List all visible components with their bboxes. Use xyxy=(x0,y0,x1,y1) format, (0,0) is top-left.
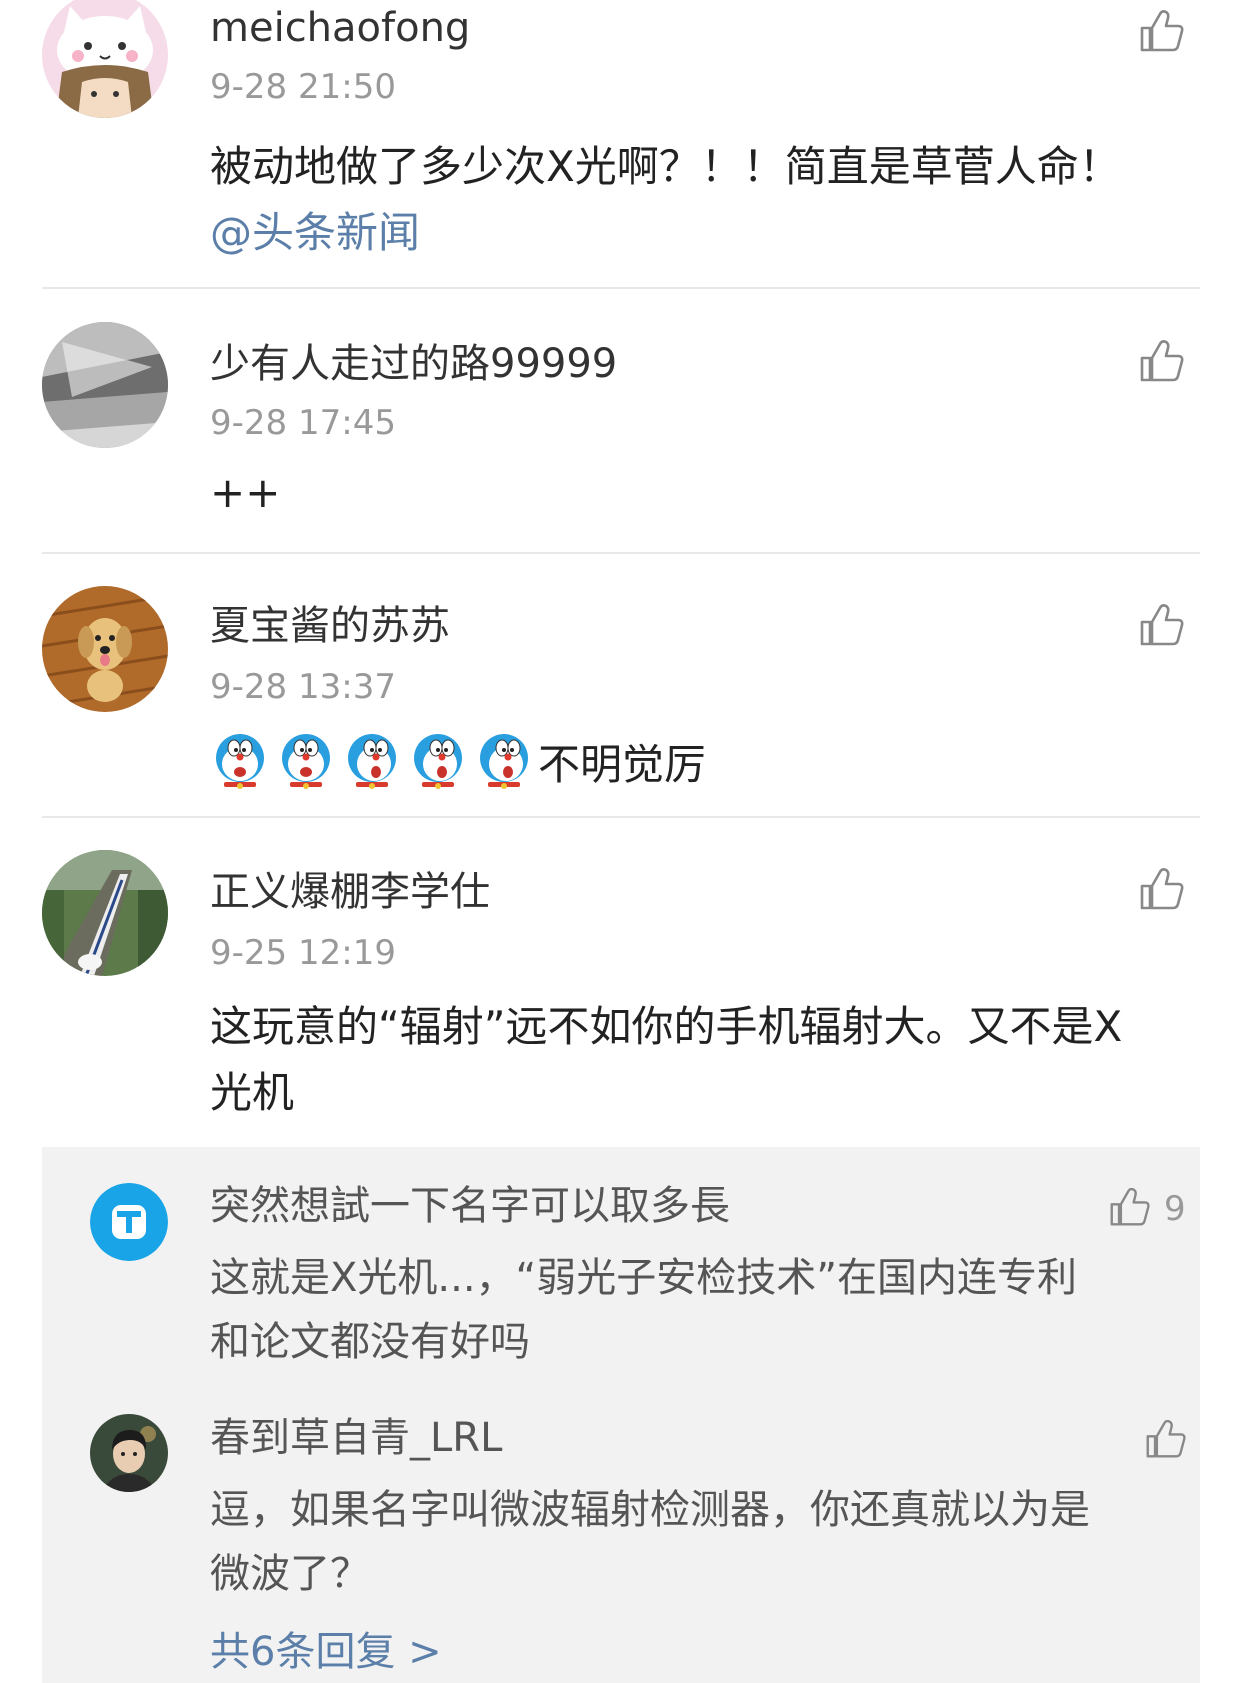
comment-username[interactable]: meichaofong xyxy=(210,8,470,48)
like-button[interactable] xyxy=(1108,1186,1152,1228)
reply-text: 这就是X光机...，“弱光子安检技术”在国内连专利 xyxy=(210,1255,1077,1301)
like-count: 9 xyxy=(1164,1189,1186,1229)
comment-username[interactable]: 少有人走过的路99999 xyxy=(210,344,617,384)
reply-username[interactable]: 突然想試一下名字可以取多長 xyxy=(210,1186,730,1226)
avatar[interactable] xyxy=(42,0,168,118)
comment-text: 光机 xyxy=(210,1068,295,1117)
comment-text: 不明觉厉 xyxy=(538,739,707,789)
comment-text: 这玩意的“辐射”远不如你的手机辐射大。又不是X xyxy=(210,1002,1123,1051)
comment-text: 被动地做了多少次X光啊？！！简直是草菅人命！ xyxy=(210,142,1121,191)
like-button[interactable] xyxy=(1138,8,1186,54)
comment-username[interactable]: 夏宝酱的苏苏 xyxy=(210,606,450,646)
avatar[interactable] xyxy=(90,1183,168,1261)
doraemon-face-emoji xyxy=(478,732,530,790)
comment-username[interactable]: 正义爆棚李学仕 xyxy=(210,872,490,912)
thumbs-up-icon xyxy=(1146,1419,1186,1458)
comment-text: ++ xyxy=(210,468,281,517)
reply-text: 逗，如果名字叫微波辐射检测器，你还真就以为是 xyxy=(210,1487,1090,1533)
avatar[interactable] xyxy=(42,322,168,448)
like-button[interactable] xyxy=(1144,1418,1188,1460)
comment-timestamp: 9-28 21:50 xyxy=(210,67,396,107)
thumbs-up-icon xyxy=(1140,604,1184,646)
comment-timestamp: 9-28 13:37 xyxy=(210,667,396,707)
avatar[interactable] xyxy=(42,850,168,976)
comment-timestamp: 9-28 17:45 xyxy=(210,403,396,443)
thumbs-up-icon xyxy=(1140,340,1184,382)
golden-retriever-dog-avatar xyxy=(42,586,168,712)
thumbs-up-icon xyxy=(1110,1187,1150,1226)
like-button[interactable] xyxy=(1138,602,1186,648)
letter-t-blue-avatar xyxy=(90,1183,168,1261)
doraemon-face-emoji xyxy=(214,732,266,790)
cartoon-cat-girl-avatar xyxy=(42,0,168,118)
doraemon-face-emoji xyxy=(346,732,398,790)
young-man-photo-avatar xyxy=(90,1414,168,1492)
reply-text: 和论文都没有好吗 xyxy=(210,1319,530,1365)
emoji-line: 不明觉厉 xyxy=(214,728,706,794)
more-replies-link[interactable]: 共6条回复 > xyxy=(210,1632,442,1672)
high-speed-train-avatar xyxy=(42,850,168,976)
like-button[interactable] xyxy=(1138,338,1186,384)
mention-link[interactable]: @头条新闻 xyxy=(210,200,420,266)
thumbs-up-icon xyxy=(1140,868,1184,910)
divider xyxy=(42,816,1200,818)
avatar[interactable] xyxy=(90,1414,168,1492)
gray-geometric-avatar xyxy=(42,322,168,448)
divider xyxy=(42,552,1200,554)
reply-username[interactable]: 春到草自青_LRL xyxy=(210,1418,502,1458)
like-button[interactable] xyxy=(1138,866,1186,912)
avatar[interactable] xyxy=(42,586,168,712)
reply-text: 微波了？ xyxy=(210,1551,370,1597)
thumbs-up-icon xyxy=(1140,10,1184,52)
doraemon-face-emoji xyxy=(412,732,464,790)
divider xyxy=(42,287,1200,289)
comment-timestamp: 9-25 12:19 xyxy=(210,933,396,973)
doraemon-face-emoji xyxy=(280,732,332,790)
